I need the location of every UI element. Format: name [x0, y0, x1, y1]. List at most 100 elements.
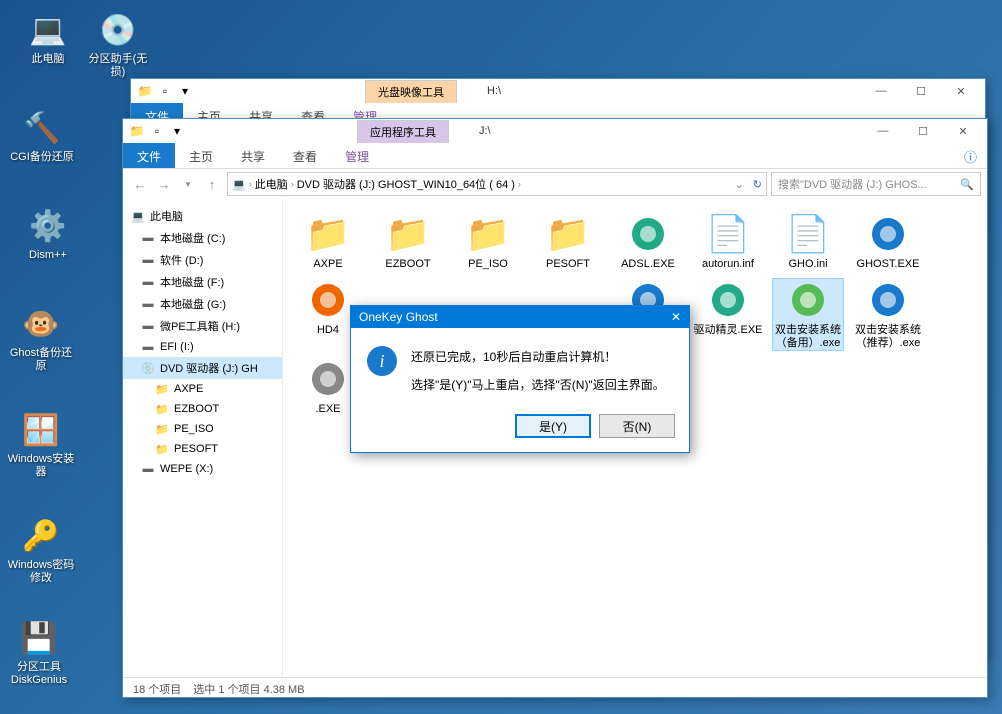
nav-up-button[interactable]: ↑ [201, 173, 223, 195]
file-item[interactable]: GHOST.EXE [853, 213, 923, 271]
file-label: PE_ISO [453, 258, 523, 271]
nav-label: 此电脑 [150, 208, 183, 224]
onekey-ghost-dialog: OneKey Ghost ✕ i 还原已完成，10秒后自动重启计算机！ 选择"是… [350, 305, 690, 453]
nav-item[interactable]: ▬EFI (I:) [123, 337, 282, 357]
icon-label: 分区工具DiskGenius [4, 661, 74, 687]
folder-icon: 📁 [464, 213, 512, 255]
address-bar: ← → ▾ ↑ 💻 › 此电脑 › DVD 驱动器 (J:) GHOST_WIN… [123, 169, 987, 199]
qat-icon[interactable]: ▾ [175, 82, 195, 100]
nav-item[interactable]: ▬本地磁盘 (C:) [123, 227, 282, 249]
ribbon: 文件 主页 共享 查看 管理 ⓘ [123, 143, 987, 169]
qat-icon[interactable]: ▾ [167, 122, 187, 140]
navigation-pane: 💻 此电脑 ▬本地磁盘 (C:)▬软件 (D:)▬本地磁盘 (F:)▬本地磁盘 … [123, 199, 283, 677]
file-icon: 📄 [784, 213, 832, 255]
nav-item[interactable]: ▬微PE工具箱 (H:) [123, 315, 282, 337]
file-label: AXPE [293, 258, 363, 271]
tab-share[interactable]: 共享 [227, 143, 279, 168]
folder-icon: 📁 [127, 122, 147, 140]
search-input[interactable]: 搜索"DVD 驱动器 (J:) GHOS... 🔍 [771, 172, 981, 196]
file-item[interactable]: 驱动精灵.EXE [693, 279, 763, 350]
desktop-icon[interactable]: 🔑Windows密码修改 [6, 516, 76, 585]
desktop-icon[interactable]: 🐵Ghost备份还原 [6, 304, 76, 373]
file-item[interactable]: ADSL.EXE [613, 213, 683, 271]
qat-icon[interactable]: ▫ [155, 82, 175, 100]
folder-icon: 📁 [155, 382, 169, 396]
exe-icon [304, 279, 352, 321]
help-icon[interactable]: ⓘ [954, 143, 987, 168]
tab-home[interactable]: 主页 [175, 143, 227, 168]
tab-view[interactable]: 查看 [279, 143, 331, 168]
nav-item[interactable]: 📁AXPE [123, 379, 282, 399]
file-item[interactable]: 📁 PE_ISO [453, 213, 523, 271]
nav-label: PE_ISO [174, 423, 214, 435]
nav-item[interactable]: ▬软件 (D:) [123, 249, 282, 271]
file-item[interactable]: 双击安装系统（推荐）.exe [853, 279, 923, 350]
nav-item[interactable]: ▬WEPE (X:) [123, 459, 282, 479]
app-icon: 🔑 [21, 516, 61, 556]
qat-icon[interactable]: ▫ [147, 122, 167, 140]
nav-item[interactable]: ▬本地磁盘 (G:) [123, 293, 282, 315]
file-item[interactable]: 📁EZBOOT [373, 213, 443, 271]
chevron-right-icon: › [249, 179, 252, 189]
file-label: GHO.ini [773, 258, 843, 271]
refresh-icon[interactable]: ↻ [753, 178, 762, 191]
tab-manage[interactable]: 管理 [331, 143, 383, 168]
app-icon: 🪟 [21, 410, 61, 450]
folder-icon: 📁 [155, 442, 169, 456]
icon-label: 分区助手(无损) [83, 53, 153, 79]
tab-file[interactable]: 文件 [123, 143, 175, 168]
folder-icon: 📁 [155, 422, 169, 436]
app-icon: ⚙️ [28, 206, 68, 246]
crumb-dvd[interactable]: DVD 驱动器 (J:) GHOST_WIN10_64位 ( 64 ) [297, 176, 515, 192]
exe-icon [304, 358, 352, 400]
titlebar: 📁 ▫ ▾ 光盘映像工具 H:\ — ☐ ✕ [131, 79, 985, 103]
crumb-pc[interactable]: 此电脑 [255, 176, 288, 192]
close-button[interactable]: ✕ [941, 80, 981, 102]
file-label: 驱动精灵.EXE [693, 324, 763, 337]
nav-item[interactable]: ▬本地磁盘 (F:) [123, 271, 282, 293]
desktop-icon[interactable]: 💾分区工具DiskGenius [4, 618, 74, 687]
folder-icon: 📁 [155, 402, 169, 416]
desktop-icon[interactable]: 🪟Windows安装器 [6, 410, 76, 479]
minimize-button[interactable]: — [863, 120, 903, 142]
breadcrumb[interactable]: 💻 › 此电脑 › DVD 驱动器 (J:) GHOST_WIN10_64位 (… [227, 172, 767, 196]
context-tab[interactable]: 应用程序工具 [357, 120, 449, 143]
file-label: ADSL.EXE [613, 258, 683, 271]
file-item[interactable]: 📁AXPE [293, 213, 363, 271]
desktop-icon[interactable]: ⚙️Dism++ [13, 206, 83, 262]
desktop-icon[interactable]: 💻此电脑 [13, 10, 83, 66]
context-tab[interactable]: 光盘映像工具 [365, 80, 457, 103]
pc-icon: 💻 [131, 209, 145, 223]
close-button[interactable]: ✕ [943, 120, 983, 142]
info-icon: i [367, 346, 397, 376]
nav-item[interactable]: 📁PESOFT [123, 439, 282, 459]
maximize-button[interactable]: ☐ [903, 120, 943, 142]
nav-label: 软件 (D:) [160, 252, 203, 268]
search-icon[interactable]: 🔍 [960, 178, 974, 191]
close-icon[interactable]: ✕ [671, 310, 681, 324]
chevron-down-icon[interactable]: ⌄ [735, 178, 744, 191]
file-item[interactable]: 双击安装系统（备用）.exe [773, 279, 843, 350]
nav-forward-button[interactable]: → [153, 173, 175, 195]
nav-item[interactable]: 📁 PE_ISO [123, 419, 282, 439]
file-item[interactable]: 📄autorun.inf [693, 213, 763, 271]
exe-icon [784, 279, 832, 321]
no-button[interactable]: 否(N) [599, 414, 675, 438]
nav-item[interactable]: 📁EZBOOT [123, 399, 282, 419]
nav-label: 本地磁盘 (G:) [160, 296, 226, 312]
maximize-button[interactable]: ☐ [901, 80, 941, 102]
folder-icon: 📁 [384, 213, 432, 255]
yes-button[interactable]: 是(Y) [515, 414, 591, 438]
file-item[interactable]: 📄 GHO.ini [773, 213, 843, 271]
nav-back-button[interactable]: ← [129, 173, 151, 195]
desktop-icon[interactable]: 💿分区助手(无损) [83, 10, 153, 79]
nav-item[interactable]: 💿DVD 驱动器 (J:) GH [123, 357, 282, 379]
file-item[interactable]: 📁PESOFT [533, 213, 603, 271]
nav-label: 本地磁盘 (C:) [160, 230, 225, 246]
nav-root-pc[interactable]: 💻 此电脑 [123, 205, 282, 227]
nav-history-button[interactable]: ▾ [177, 173, 199, 195]
minimize-button[interactable]: — [861, 80, 901, 102]
window-title: H:\ [487, 85, 501, 97]
drive-icon: ▬ [141, 275, 155, 289]
desktop-icon[interactable]: 🔨CGI备份还原 [7, 108, 77, 164]
